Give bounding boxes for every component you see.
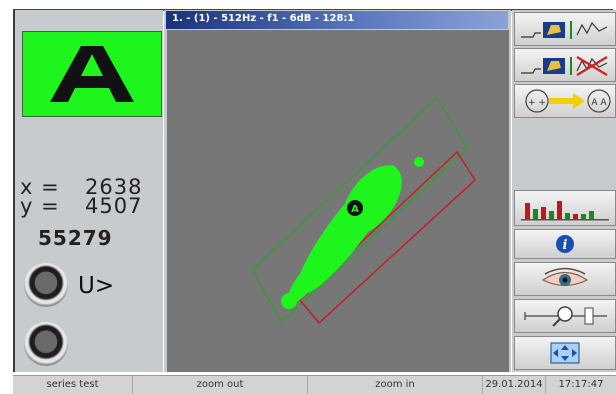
svg-text:i: i (563, 238, 568, 253)
fit-view-icon (550, 342, 580, 364)
signal-cluster (281, 157, 424, 309)
waveform-tool-icon (521, 21, 608, 39)
scatter-plot-svg: A (251, 96, 476, 325)
bar-chart-icon (521, 201, 609, 221)
zoom-in-button[interactable]: zoom in (308, 376, 483, 394)
scatter-plot-area[interactable]: A (167, 30, 509, 372)
status-date: 29.01.2014 (483, 376, 546, 394)
waveform-tool-button[interactable] (514, 12, 616, 46)
histogram-button[interactable] (514, 190, 616, 226)
transfer-pattern-button[interactable]: + + A A (514, 84, 616, 118)
quality-indicator (22, 31, 162, 117)
plot-window-titlebar[interactable]: 1. - (1) - 512Hz - f1 - 6dB - 128:1 (166, 11, 508, 29)
quality-letter-a-icon (50, 46, 134, 102)
view-button[interactable] (514, 262, 616, 296)
series-test-status[interactable]: series test (13, 376, 133, 394)
zoom-out-button[interactable]: zoom out (133, 376, 308, 394)
transfer-pattern-icon: + + A A (525, 89, 611, 113)
application-window: x = 2638 y = 4507 55279 U> 1. - (1) - 51… (0, 0, 616, 394)
pulse-counter: 55279 (38, 226, 113, 250)
info-icon: i (556, 235, 574, 253)
fit-view-button[interactable] (514, 336, 616, 370)
clear-waveform-icon (521, 56, 608, 76)
zoom-slider-icon (524, 306, 607, 327)
cluster-marker-a: A (347, 200, 363, 216)
secondary-knob[interactable] (24, 322, 68, 366)
y-coordinate: y = 4507 (20, 194, 141, 218)
svg-text:+ +: + + (528, 98, 546, 108)
plot-window-title: 1. - (1) - 512Hz - f1 - 6dB - 128:1 (172, 13, 355, 24)
status-bar: series test zoom out zoom in 29.01.2014 … (13, 375, 616, 394)
svg-text:A: A (351, 204, 359, 215)
y-value: 4507 (85, 194, 143, 218)
clear-waveform-button[interactable] (514, 48, 616, 82)
info-button[interactable]: i (514, 229, 616, 259)
eye-icon (541, 267, 589, 287)
threshold-label: U> (78, 273, 115, 299)
svg-text:A A: A A (591, 98, 607, 108)
status-time: 17:17:47 (558, 379, 604, 390)
threshold-knob[interactable] (24, 263, 68, 307)
y-label: y = (20, 194, 60, 218)
zoom-slider-button[interactable] (514, 299, 616, 333)
